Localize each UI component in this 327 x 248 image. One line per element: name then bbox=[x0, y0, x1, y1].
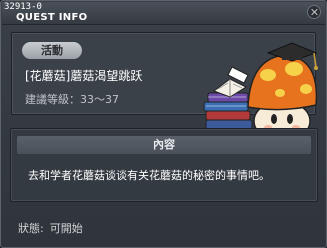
close-icon[interactable] bbox=[307, 5, 321, 19]
quest-info-window: 32913-0 QUEST INFO 活動 [花蘑菇]蘑菇渴望跳跃 建議等級：3… bbox=[0, 0, 327, 248]
window-title: QUEST INFO bbox=[16, 12, 88, 23]
level-requirement: 建議等級：33～37 bbox=[25, 93, 119, 106]
category-badge: 活動 bbox=[22, 42, 82, 59]
quest-content-panel: 內容 去和学者花蘑菇谈谈有关花蘑菇的秘密的事情吧。 bbox=[10, 128, 318, 202]
mushroom-cap bbox=[247, 54, 318, 111]
status-label: 狀態: bbox=[18, 222, 44, 235]
content-text: 去和学者花蘑菇谈谈有关花蘑菇的秘密的事情吧。 bbox=[28, 169, 270, 182]
quest-summary-panel: 活動 [花蘑菇]蘑菇渴望跳跃 建議等級：33～37 bbox=[11, 32, 318, 142]
content-header: 內容 bbox=[17, 136, 311, 154]
status-value: 可開始 bbox=[49, 222, 83, 235]
book-stack-icon bbox=[203, 92, 253, 130]
title-bar[interactable]: 32913-0 QUEST INFO bbox=[2, 2, 325, 25]
quest-id: 32913-0 bbox=[4, 2, 42, 12]
quest-status: 狀態: 可開始 bbox=[18, 222, 89, 236]
quest-name: [花蘑菇]蘑菇渴望跳跃 bbox=[25, 69, 143, 83]
